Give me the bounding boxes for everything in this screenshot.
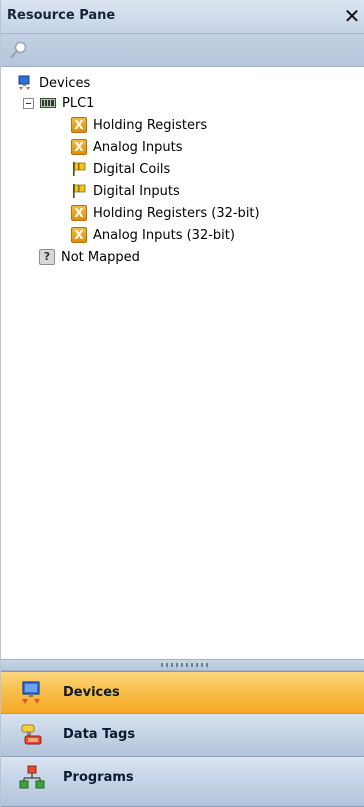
tree-node-label: Digital Inputs (93, 183, 180, 199)
tree-node-label: Devices (39, 75, 91, 91)
register-icon: X (71, 139, 87, 155)
search-bar[interactable] (1, 34, 364, 67)
pane-title: Resource Pane (7, 8, 116, 23)
tree-node-digital-inputs[interactable]: Digital Inputs (71, 181, 180, 201)
flag-icon (73, 184, 86, 198)
device-tree: Devices PLC1 X Holding Registers X Analo… (1, 67, 364, 659)
nav-label-devices: Devices (63, 685, 120, 700)
pane-header: Resource Pane ✕ (1, 0, 364, 34)
register-icon: X (71, 117, 87, 133)
tree-node-digital-coils[interactable]: Digital Coils (71, 159, 170, 179)
flag-icon (73, 162, 86, 176)
resource-pane: Resource Pane ✕ Devices PLC1 X Holding R… (0, 0, 364, 807)
nav-button-data-tags[interactable]: Data Tags (1, 714, 364, 757)
register-icon: X (71, 227, 87, 243)
pane-splitter[interactable] (1, 659, 364, 671)
close-icon[interactable]: ✕ (341, 4, 363, 28)
tree-node-label: Holding Registers (32-bit) (93, 205, 260, 221)
question-icon: ? (39, 249, 55, 265)
tree-node-label: PLC1 (62, 95, 95, 111)
tree-node-plc1[interactable]: PLC1 (23, 93, 94, 113)
tree-node-analog-inputs-32bit[interactable]: X Analog Inputs (32-bit) (71, 225, 235, 245)
tree-node-label: Analog Inputs (32-bit) (93, 227, 235, 243)
tree-node-holding-registers[interactable]: X Holding Registers (71, 115, 207, 135)
data-tags-icon (21, 724, 42, 745)
nav-label-programs: Programs (63, 770, 134, 785)
tree-node-analog-inputs[interactable]: X Analog Inputs (71, 137, 182, 157)
tree-node-label: Digital Coils (93, 161, 171, 177)
tree-node-label: Analog Inputs (93, 139, 183, 155)
nav-button-programs[interactable]: Programs (1, 757, 364, 807)
tree-node-label: Holding Registers (93, 117, 208, 133)
tree-node-devices[interactable]: Devices (17, 73, 90, 93)
devices-icon (22, 681, 40, 704)
register-icon: X (71, 205, 87, 221)
tree-node-label: Not Mapped (61, 249, 140, 265)
splitter-grip-icon[interactable] (161, 663, 209, 667)
search-icon[interactable] (9, 40, 29, 60)
plc-icon (40, 98, 56, 108)
nav-button-devices[interactable]: Devices (1, 671, 364, 714)
collapse-toggle-icon[interactable] (23, 97, 34, 109)
devices-icon (18, 75, 30, 90)
nav-label-data-tags: Data Tags (63, 727, 136, 742)
tree-node-holding-registers-32bit[interactable]: X Holding Registers (32-bit) (71, 203, 260, 223)
programs-icon (19, 765, 45, 789)
tree-node-not-mapped[interactable]: ? Not Mapped (39, 247, 140, 267)
